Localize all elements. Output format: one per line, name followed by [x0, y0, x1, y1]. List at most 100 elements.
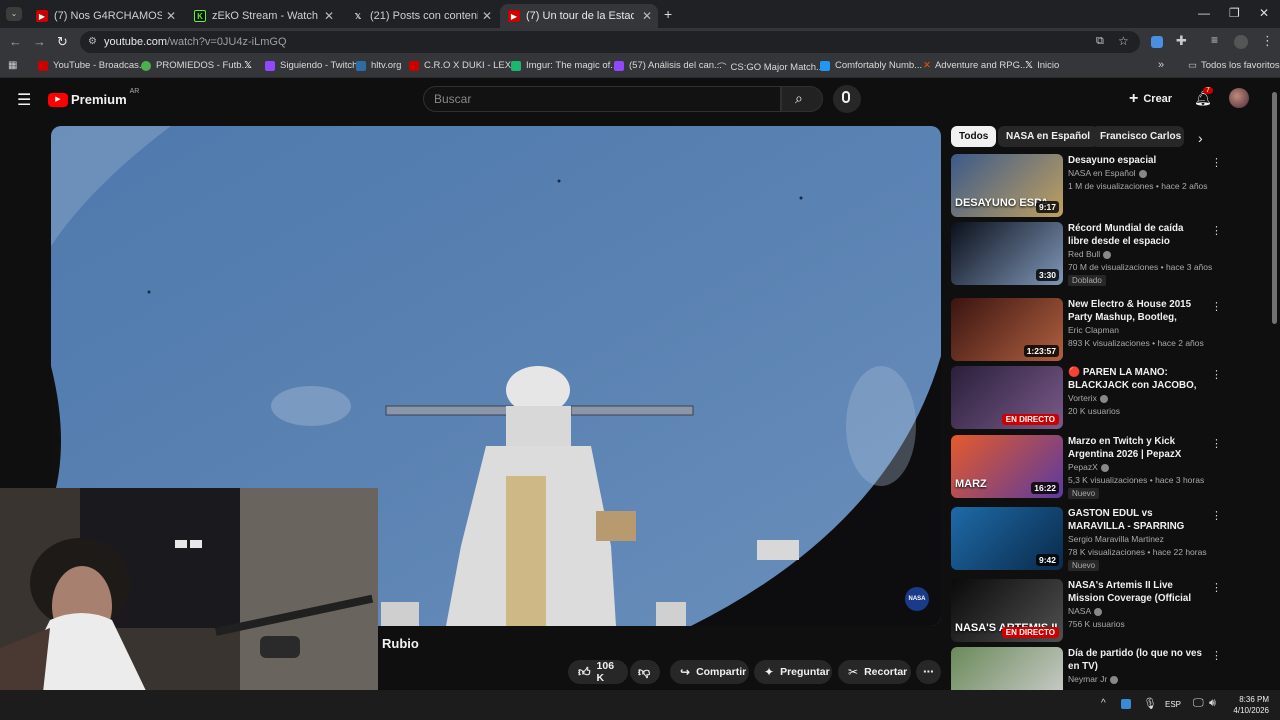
create-button[interactable]: + Crear	[1129, 90, 1172, 108]
chip-todos[interactable]: Todos	[951, 126, 997, 147]
recommendation-title[interactable]: 🔴 PAREN LA MANO: BLACKJACK con JACOBO, .…	[1068, 366, 1206, 392]
bookmark-item[interactable]: ✕ Adventure and RPG...	[923, 60, 1028, 71]
browser-tab-3[interactable]: 𝕏 (21) Posts con contenido multi ✕	[344, 4, 498, 28]
app-tray-icon[interactable]	[1121, 699, 1131, 709]
recommendation-channel[interactable]: NASA en Español	[1068, 168, 1147, 178]
network-icon[interactable]: 🖵︎	[1193, 697, 1204, 710]
voice-search-button[interactable]	[833, 85, 861, 113]
bookmark-item[interactable]: YouTube - Broadcas...	[38, 60, 147, 71]
recommendation-channel[interactable]: NASA	[1068, 606, 1103, 616]
recommendation-title[interactable]: New Electro & House 2015 Party Mashup, B…	[1068, 298, 1206, 324]
install-app-icon[interactable]: ⧉	[1096, 35, 1104, 48]
bookmark-item[interactable]: C.R.O X DUKI - LEX...	[409, 60, 519, 71]
recommendation-thumbnail[interactable]: EN DIRECTO	[951, 366, 1063, 429]
apps-grid-icon[interactable]: ▦	[8, 60, 17, 71]
recommendation-title[interactable]: Día de partido (lo que no ves en TV)	[1068, 647, 1206, 673]
recommendation-thumbnail[interactable]: 9:42	[951, 507, 1063, 570]
recommendation-item[interactable]: 3:30 Récord Mundial de caída libre desde …	[951, 222, 1222, 286]
recommendation-thumbnail[interactable]: DESAYUNO ESPA 9:17	[951, 154, 1063, 217]
extension-icon[interactable]	[1151, 36, 1163, 48]
youtube-premium-logo[interactable]: ▶ Premium AR	[48, 88, 139, 107]
more-options-kebab-icon[interactable]: ⋮	[1211, 368, 1222, 381]
tab-search-chevron-icon[interactable]: ⌄	[6, 7, 22, 21]
more-options-kebab-icon[interactable]: ⋮	[1211, 224, 1222, 237]
bookmark-item[interactable]: 𝕏 Inicio	[1025, 60, 1059, 71]
clock[interactable]: 8:36 PM 4/10/2026	[1229, 694, 1269, 716]
browser-tab-4-active[interactable]: ▶ (7) Un tour de la Estación Espac ✕	[500, 4, 658, 28]
search-button[interactable]: ⌕	[781, 86, 823, 112]
bookmark-star-icon[interactable]: ☆	[1118, 34, 1129, 48]
recommendation-thumbnail[interactable]: NASA'S ARTEMIS IIEN DIRECTO	[951, 579, 1063, 642]
close-tab-icon[interactable]: ✕	[166, 9, 176, 23]
recommendation-title[interactable]: GASTON EDUL vs MARAVILLA - SPARRING	[1068, 507, 1206, 533]
recommendation-thumbnail[interactable]: 1:23:57	[951, 298, 1063, 361]
site-info-icon[interactable]: ⚙	[88, 36, 97, 47]
recommendation-title[interactable]: NASA's Artemis II Live Mission Coverage …	[1068, 579, 1206, 605]
restore-icon[interactable]: ❐	[1229, 6, 1240, 20]
recommendation-channel[interactable]: Vorterix	[1068, 393, 1108, 403]
more-actions-button[interactable]: ⋯	[916, 660, 941, 684]
browser-tab-1[interactable]: ▶ (7) Nos G4RCHAMOS a TODOS ✕	[28, 4, 182, 28]
chips-next-chevron-icon[interactable]: ›	[1198, 130, 1203, 146]
recommendation-channel[interactable]: PepazX	[1068, 462, 1109, 472]
browser-tab-2[interactable]: K zEkO Stream - Watch Live on Ki ✕	[186, 4, 340, 28]
more-options-kebab-icon[interactable]: ⋮	[1211, 581, 1222, 594]
more-options-kebab-icon[interactable]: ⋮	[1211, 509, 1222, 522]
more-options-kebab-icon[interactable]: ⋮	[1211, 437, 1222, 450]
more-options-kebab-icon[interactable]: ⋮	[1211, 649, 1222, 662]
recommendation-channel[interactable]: Red Bull	[1068, 249, 1112, 259]
like-button[interactable]: 👍︎ 106 K	[568, 660, 628, 684]
hamburger-menu-icon[interactable]: ☰	[17, 90, 31, 110]
language-indicator[interactable]: ESP	[1165, 700, 1181, 709]
more-options-kebab-icon[interactable]: ⋮	[1211, 300, 1222, 313]
recommendation-channel[interactable]: Sergio Maravilla Martinez	[1068, 534, 1164, 544]
recommendation-item[interactable]: EN DIRECTO 🔴 PAREN LA MANO: BLACKJACK con…	[951, 366, 1222, 430]
close-tab-icon[interactable]: ✕	[642, 9, 652, 23]
forward-arrow-icon[interactable]: →	[33, 34, 46, 49]
bookmark-item[interactable]: Imgur: The magic of...	[511, 60, 618, 71]
bookmark-item[interactable]: Siguiendo - Twitch	[265, 60, 357, 71]
chip-francisco-carlos[interactable]: Francisco Carlos Ru	[1092, 126, 1184, 147]
share-button[interactable]: ↪ Compartir	[670, 660, 749, 684]
close-window-icon[interactable]: ✕	[1259, 6, 1269, 20]
profile-avatar[interactable]	[1234, 35, 1248, 49]
dislike-button[interactable]: 👎︎	[630, 660, 660, 684]
back-arrow-icon[interactable]: ←	[9, 34, 22, 49]
minimize-icon[interactable]: —	[1198, 6, 1210, 20]
clip-button[interactable]: ✂ Recortar	[838, 660, 911, 684]
recommendation-item[interactable]: NASA'S ARTEMIS IIEN DIRECTONASA's Artemi…	[951, 579, 1222, 643]
extensions-puzzle-icon[interactable]: ✚	[1176, 33, 1187, 49]
bookmark-item[interactable]: PROMIEDOS - Futb...	[141, 60, 249, 71]
menu-kebab-icon[interactable]: ⋮	[1261, 33, 1274, 49]
bookmark-item[interactable]: Comfortably Numb...	[820, 60, 922, 71]
microphone-tray-icon[interactable]: 🎙︎	[1143, 697, 1157, 710]
recommendation-thumbnail[interactable]: 3:30	[951, 222, 1063, 285]
recommendation-title[interactable]: Desayuno espacial	[1068, 154, 1206, 167]
volume-icon[interactable]: 🔊︎	[1209, 697, 1216, 710]
bookmark-item[interactable]: hltv.org	[356, 60, 401, 71]
account-avatar[interactable]	[1229, 88, 1249, 108]
recommendation-item[interactable]: MARZ 16:22 Marzo en Twitch y Kick Argentin…	[951, 435, 1222, 499]
new-tab-plus-icon[interactable]: +	[664, 6, 672, 22]
recommendation-item[interactable]: DESAYUNO ESPA 9:17 Desayuno espacial NASA e…	[951, 154, 1222, 218]
bookmark-item[interactable]: ⌒ CS:GO Major Match...	[717, 60, 824, 75]
chip-nasa-espanol[interactable]: NASA en Español	[998, 126, 1099, 147]
address-bar[interactable]: ⚙ youtube.com/watch?v=0JU4z-iLmGQ ⧉ ☆	[80, 31, 1140, 53]
reload-icon[interactable]: ↻	[57, 34, 68, 50]
bookmark-item[interactable]: (57) Análisis del can...	[614, 60, 722, 71]
page-scrollbar[interactable]	[1272, 92, 1277, 324]
media-controls-icon[interactable]: ≡	[1211, 33, 1218, 47]
recommendation-channel[interactable]: Eric Clapman	[1068, 325, 1119, 335]
all-bookmarks-folder[interactable]: ▭ Todos los favoritos	[1188, 60, 1280, 71]
recommendation-title[interactable]: Récord Mundial de caída libre desde el e…	[1068, 222, 1206, 248]
recommendation-channel[interactable]: Neymar Jr	[1068, 674, 1119, 684]
search-input[interactable]: Buscar	[423, 86, 781, 112]
more-bookmarks-chevron-icon[interactable]: »	[1158, 59, 1164, 71]
recommendation-item[interactable]: 1:23:57 New Electro & House 2015 Party Ma…	[951, 298, 1222, 362]
recommendation-item[interactable]: 9:42 GASTON EDUL vs MARAVILLA - SPARRING S…	[951, 507, 1222, 571]
recommendation-title[interactable]: Marzo en Twitch y Kick Argentina 2026 | …	[1068, 435, 1206, 461]
more-options-kebab-icon[interactable]: ⋮	[1211, 156, 1222, 169]
bookmark-item[interactable]: 𝕏	[244, 60, 252, 71]
ask-button[interactable]: ✦ Preguntar	[754, 660, 832, 684]
show-hidden-icons-chevron-icon[interactable]: ^	[1101, 698, 1106, 709]
